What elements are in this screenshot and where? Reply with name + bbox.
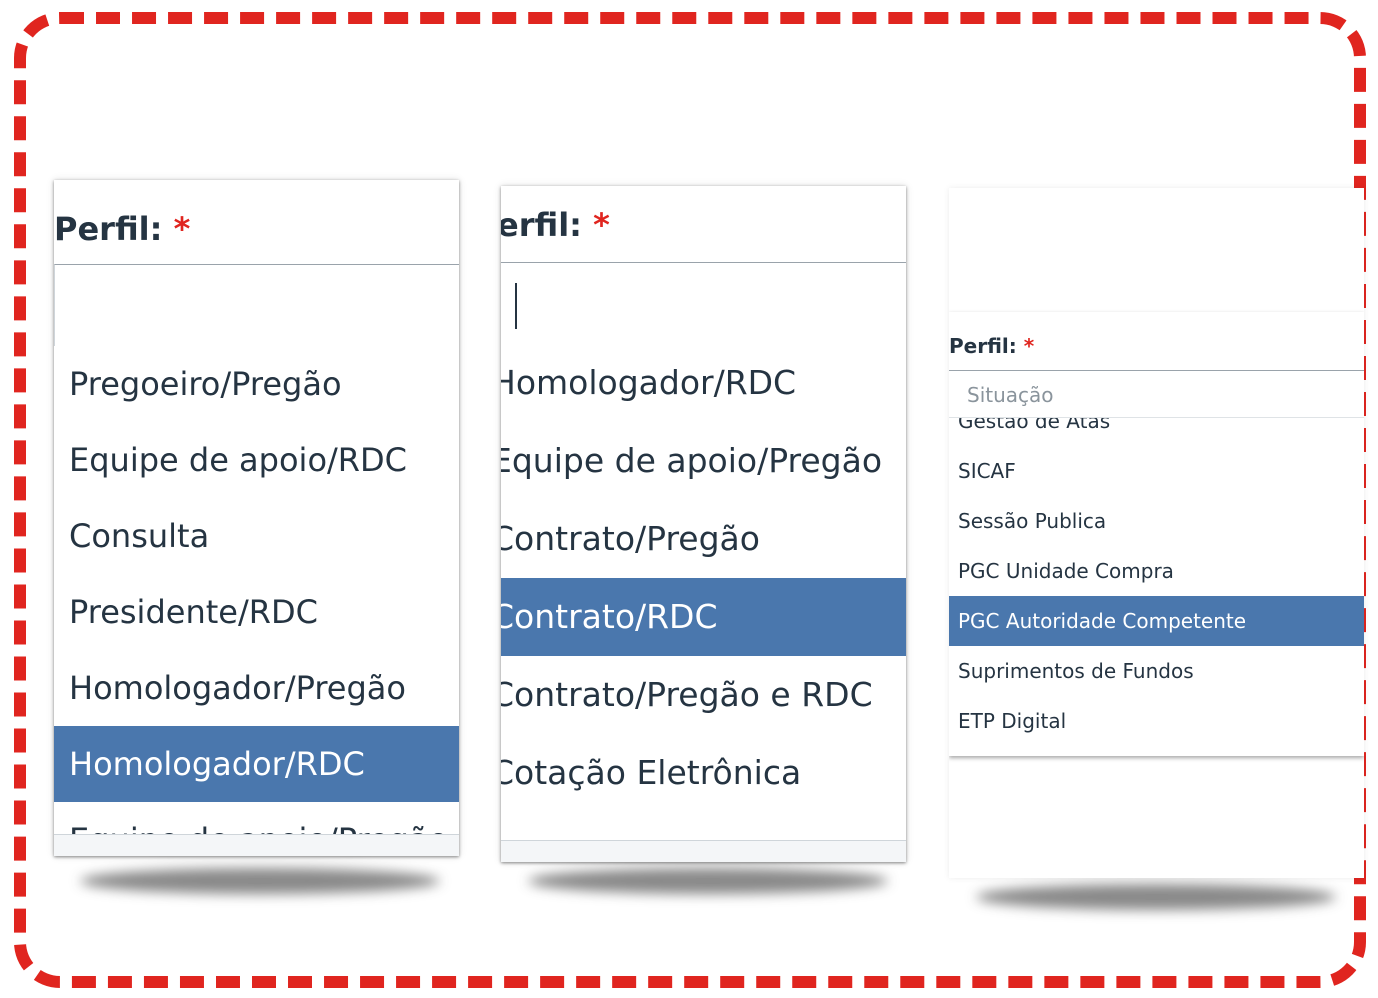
dropdown-footer xyxy=(54,834,459,856)
perfil-label-text: Perfil: xyxy=(949,334,1017,358)
panel-3-shadow xyxy=(976,884,1336,910)
option-item[interactable]: Contrato/Pregão xyxy=(501,500,906,578)
search-placeholder: Situação xyxy=(967,383,1054,407)
required-asterisk: * xyxy=(593,206,610,244)
option-item[interactable]: Pregoeiro/Pregão xyxy=(54,346,459,422)
perfil-select-panel-1: Perfil: * Pregoeiro/Pregão Equipe de apoi… xyxy=(54,180,459,856)
option-item[interactable]: Gestão de Atas xyxy=(949,418,1364,446)
perfil-label: Perfil: * xyxy=(949,334,1034,358)
option-item[interactable]: Equipe de apoio/Pregão xyxy=(54,802,459,834)
perfil-search-input[interactable] xyxy=(501,262,906,344)
perfil-options-list[interactable]: Pregoeiro/Pregão Equipe de apoio/RDC Consu… xyxy=(54,346,459,834)
option-item[interactable]: Contrato/Pregão e RDC xyxy=(501,656,906,734)
text-cursor xyxy=(515,283,517,329)
option-item[interactable]: Consulta xyxy=(54,498,459,574)
option-item[interactable]: Homologador/RDC xyxy=(501,344,906,422)
option-item[interactable]: Equipe de apoio/Pregão xyxy=(501,422,906,500)
option-selected[interactable]: PGC Autoridade Competente xyxy=(949,596,1364,646)
perfil-options-list[interactable]: Homologador/RDC Equipe de apoio/Pregão Con… xyxy=(501,344,906,840)
option-item[interactable]: Suprimentos de Fundos xyxy=(949,646,1364,696)
perfil-label-text: Perfil: xyxy=(54,210,163,248)
required-asterisk: * xyxy=(173,210,191,248)
dropdown-footer xyxy=(501,840,906,862)
perfil-label-text: erfil: xyxy=(501,206,582,244)
panel-1-shadow xyxy=(80,868,440,894)
option-item[interactable]: PGC Unidade Compra xyxy=(949,546,1364,596)
option-item[interactable]: Equipe de apoio/RDC xyxy=(54,422,459,498)
option-selected[interactable]: Homologador/RDC xyxy=(54,726,459,802)
option-item[interactable]: Sessão Publica xyxy=(949,496,1364,546)
required-asterisk: * xyxy=(1023,334,1035,358)
option-item[interactable]: SICAF xyxy=(949,446,1364,496)
option-selected[interactable]: Contrato/RDC xyxy=(501,578,906,656)
panel-2-shadow xyxy=(528,868,888,894)
option-item[interactable]: Homologador/Pregão xyxy=(54,650,459,726)
option-item[interactable]: ETP Digital xyxy=(949,696,1364,742)
perfil-dropdown: Perfil: * Situação Gestão de Atas SICAF Se… xyxy=(949,312,1364,756)
option-item[interactable]: Cotação Eletrônica xyxy=(501,734,906,812)
perfil-options-list[interactable]: Gestão de Atas SICAF Sessão Publica PGC Uni… xyxy=(949,418,1364,742)
option-item[interactable]: Presidente/RDC xyxy=(54,574,459,650)
perfil-search-input[interactable] xyxy=(54,264,459,346)
perfil-label: Perfil: * xyxy=(54,210,190,248)
perfil-search-input[interactable]: Situação xyxy=(949,370,1364,418)
perfil-select-panel-3: Perfil: * Situação Gestão de Atas SICAF Se… xyxy=(949,188,1364,878)
perfil-label: erfil: * xyxy=(501,206,610,244)
perfil-select-panel-2: erfil: * Homologador/RDC Equipe de apoio/… xyxy=(501,186,906,862)
